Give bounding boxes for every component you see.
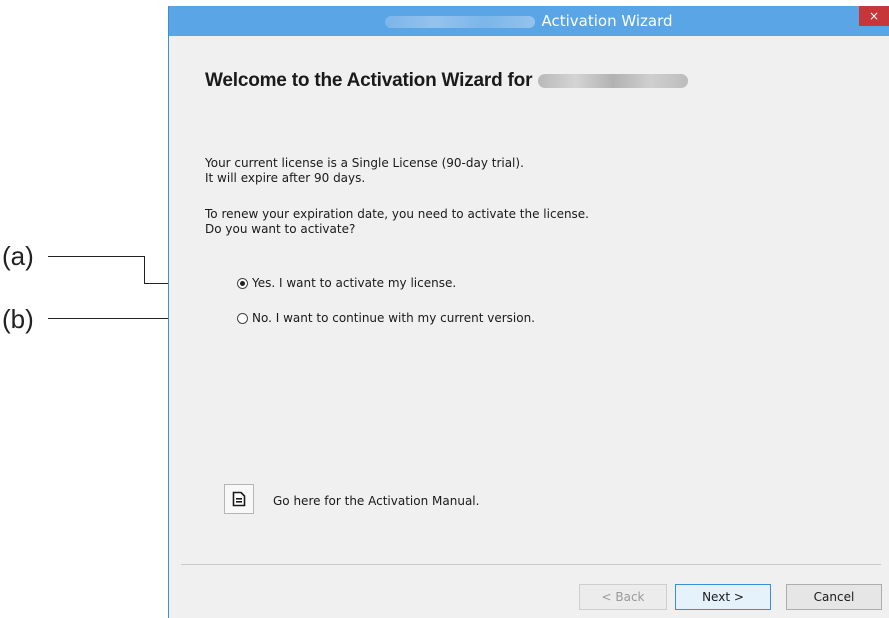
redacted-product-name (538, 73, 689, 88)
footer-divider (181, 564, 881, 565)
document-icon (232, 491, 246, 507)
next-button[interactable]: Next > (675, 584, 771, 610)
radio-no[interactable] (237, 312, 248, 324)
license-info: Your current license is a Single License… (205, 156, 524, 185)
activate-yes-option[interactable]: Yes. I want to activate my license. (237, 275, 456, 291)
option-label-no: No. I want to continue with my current v… (252, 311, 535, 325)
option-label-yes: Yes. I want to activate my license. (252, 276, 457, 290)
callout-line-a-vertical (144, 256, 145, 283)
close-button[interactable]: × (859, 6, 889, 26)
close-icon: × (868, 9, 880, 23)
radio-yes[interactable] (237, 277, 248, 289)
callout-label-a: (a) (2, 241, 34, 271)
window-title: Activation Wizard (169, 6, 889, 36)
callout-line-a-horizontal (48, 256, 144, 257)
back-button[interactable]: < Back (579, 584, 667, 610)
renew-prompt: To renew your expiration date, you need … (205, 207, 589, 236)
activation-manual-link[interactable]: Go here for the Activation Manual. (273, 494, 479, 508)
activation-wizard-window: Activation Wizard × Welcome to the Activ… (168, 6, 889, 618)
cancel-button[interactable]: Cancel (786, 584, 882, 610)
activate-no-option[interactable]: No. I want to continue with my current v… (237, 310, 535, 326)
callout-label-b: (b) (2, 304, 34, 334)
page-title: Welcome to the Activation Wizard for (205, 70, 689, 92)
title-bar: Activation Wizard × (169, 6, 889, 36)
redacted-product-name (385, 15, 536, 28)
activation-manual-button[interactable] (224, 484, 254, 514)
